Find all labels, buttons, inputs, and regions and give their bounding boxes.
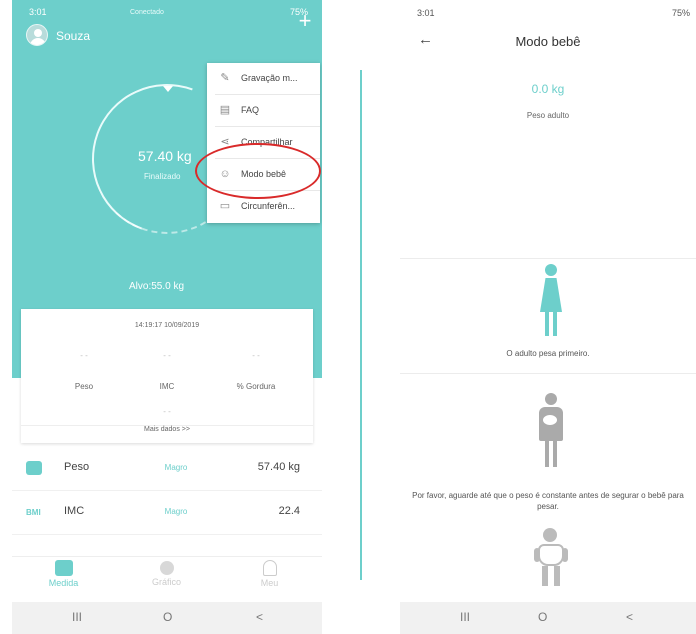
step-instruction: Por favor, aguarde até que o peso é cons… <box>412 491 684 511</box>
back-nav-button[interactable]: < <box>256 610 263 624</box>
measurement-card: 14:19:17 10/09/2019 - - Peso - - IMC - -… <box>21 309 313 443</box>
home-button[interactable]: O <box>163 610 172 624</box>
edit-icon: ✎ <box>220 72 230 84</box>
menu-item-label: Circunferên... <box>241 201 296 211</box>
divider-line <box>360 70 362 580</box>
add-menu-button[interactable]: + <box>296 10 314 32</box>
step-instruction: O adulto pesa primeiro. <box>506 349 590 358</box>
left-phone-screen: 3:01 75% Souza Conectado + 57.40 kg Fina… <box>12 0 322 634</box>
scale-icon <box>26 461 42 475</box>
adult-weight-label: Peso adulto <box>526 111 570 120</box>
target-weight: Alvo:55.0 kg <box>129 281 185 292</box>
baby-icon <box>534 528 568 600</box>
home-button[interactable]: O <box>538 610 547 624</box>
status-bar: 3:01 75% <box>400 0 696 22</box>
connection-status: Conectado <box>130 9 164 16</box>
menu-item-label: Gravação m... <box>241 73 298 83</box>
adult-holding-baby-icon <box>534 393 568 471</box>
measurement-datetime: 14:19:17 10/09/2019 <box>134 322 200 329</box>
measurement-state: Finalizado <box>144 172 181 181</box>
metric-value: - - <box>163 351 171 360</box>
screenshot-root: 3:01 75% Souza Conectado + 57.40 kg Fina… <box>0 0 696 634</box>
metric-label: IMC <box>159 382 175 391</box>
row-status: Magro <box>164 463 188 472</box>
recent-apps-button[interactable]: III <box>72 610 82 624</box>
row-value: 57.40 kg <box>257 461 300 473</box>
metric-label: Peso <box>74 382 94 391</box>
bmi-icon: BMI <box>26 508 41 517</box>
metric-value: - - <box>252 351 260 360</box>
metric-weight: - - Peso <box>49 351 119 391</box>
gauge-marker-icon <box>163 86 173 92</box>
status-time: 3:01 <box>417 8 435 18</box>
system-nav-bar: III O < <box>400 602 696 634</box>
metric-label: % Gordura <box>236 382 276 391</box>
more-data-link[interactable]: Mais dados >> <box>21 425 313 433</box>
book-icon: ▤ <box>219 104 231 116</box>
list-item[interactable]: Peso Magro 57.40 kg <box>12 447 322 491</box>
adult-person-icon <box>536 264 566 342</box>
tab-label: Meu <box>260 578 279 588</box>
battery-level: 75% <box>671 8 690 18</box>
metric-bmi: - - IMC <box>132 351 202 391</box>
metric-value: - - <box>80 351 88 360</box>
section-divider <box>400 258 696 259</box>
tab-profile[interactable]: Meu <box>218 557 321 601</box>
tab-chart[interactable]: Gráfico <box>115 557 218 601</box>
list-item[interactable]: BMI IMC Magro 22.4 <box>12 491 322 535</box>
user-name[interactable]: Souza <box>56 29 90 43</box>
row-value: 22.4 <box>278 505 300 517</box>
tab-label: Gráfico <box>151 577 181 587</box>
right-phone-screen: 3:01 75% ← Modo bebê 0.0 kg Peso adulto … <box>400 0 696 634</box>
person-icon <box>262 560 277 576</box>
avatar-head <box>34 29 42 37</box>
menu-item-recording[interactable]: ✎ Gravação m... <box>207 63 320 95</box>
back-nav-button[interactable]: < <box>626 610 633 624</box>
section-divider <box>400 373 696 374</box>
bottom-nav: Medida Gráfico Meu <box>12 556 322 600</box>
menu-item-faq[interactable]: ▤ FAQ <box>207 95 320 127</box>
tab-measure[interactable]: Medida <box>12 557 115 601</box>
avatar-body <box>30 38 46 45</box>
scale-icon <box>54 560 73 576</box>
system-nav-bar: III O < <box>12 602 322 634</box>
page-title: Modo bebê <box>515 34 581 49</box>
chart-icon <box>159 561 174 575</box>
metric-body-fat: - - % Gordura <box>221 351 291 391</box>
row-name: Peso <box>64 461 90 473</box>
current-weight: 57.40 kg <box>138 148 192 164</box>
row-status: Magro <box>164 507 188 516</box>
adult-weight-value: 0.0 kg <box>531 82 565 96</box>
recent-apps-button[interactable]: III <box>460 610 470 624</box>
tape-icon: ▭ <box>219 200 231 212</box>
status-time: 3:01 <box>29 7 47 17</box>
tab-label: Medida <box>48 578 79 588</box>
highlight-circle <box>195 143 321 199</box>
menu-item-label: FAQ <box>241 105 260 115</box>
status-bar: 3:01 75% <box>12 0 322 22</box>
avatar[interactable] <box>26 24 48 46</box>
row-name: IMC <box>64 505 85 517</box>
extra-metric-value: - - <box>163 407 171 416</box>
